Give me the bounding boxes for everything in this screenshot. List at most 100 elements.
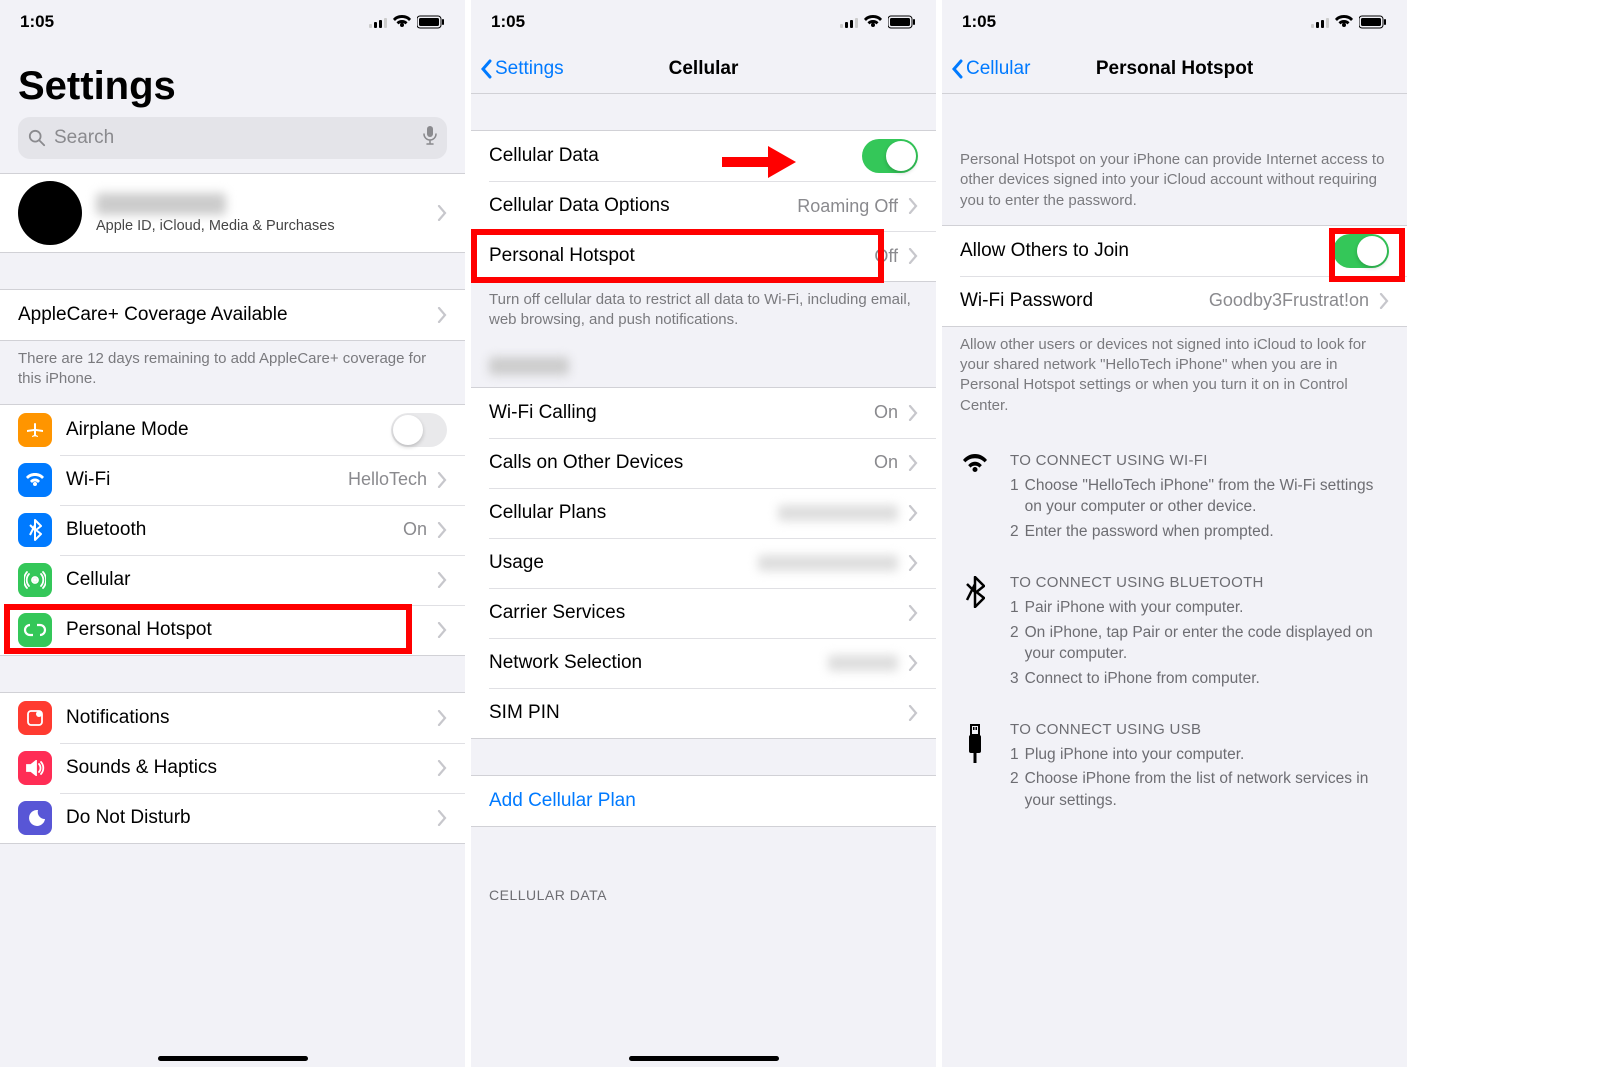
row-usage[interactable]: Usage — [471, 538, 936, 588]
cellular-data-toggle[interactable] — [862, 139, 918, 173]
row-notifications[interactable]: Notifications — [0, 693, 465, 743]
nav-title: Cellular — [669, 58, 739, 80]
battery-icon — [417, 15, 445, 29]
wifi-settings-icon — [18, 463, 52, 497]
instruct-usb: TO CONNECT USING USB 1Plug iPhone into y… — [942, 699, 1407, 821]
home-indicator[interactable] — [158, 1056, 308, 1061]
sounds-icon — [18, 751, 52, 785]
page-title: Settings — [0, 44, 465, 117]
bluetooth-instruct-icon — [965, 576, 985, 693]
chevron-right-icon — [437, 472, 447, 488]
bluetooth-settings-icon — [18, 513, 52, 547]
row-wifi[interactable]: Wi-Fi HelloTech — [0, 455, 465, 505]
redacted-value — [828, 655, 898, 671]
row-calls-other-devices[interactable]: Calls on Other Devices On — [471, 438, 936, 488]
account-subtitle: Apple ID, iCloud, Media & Purchases — [96, 218, 427, 234]
wifi-icon — [864, 15, 882, 29]
status-bar: 1:05 — [471, 0, 936, 44]
row-cellular-data-options[interactable]: Cellular Data Options Roaming Off — [471, 181, 936, 231]
row-personal-hotspot[interactable]: Personal Hotspot Off — [471, 231, 936, 281]
row-network-selection[interactable]: Network Selection — [471, 638, 936, 688]
status-bar: 1:05 — [942, 0, 1407, 44]
chevron-right-icon — [908, 505, 918, 521]
row-sounds[interactable]: Sounds & Haptics — [0, 743, 465, 793]
chevron-right-icon — [908, 605, 918, 621]
chevron-right-icon — [437, 522, 447, 538]
cellular-data-group: Cellular Data Cellular Data Options Roam… — [471, 130, 936, 282]
notifications-group: Notifications Sounds & Haptics Do Not Di… — [0, 692, 465, 844]
wifi-icon — [1335, 15, 1353, 29]
chevron-right-icon — [908, 555, 918, 571]
row-cellular-plans[interactable]: Cellular Plans — [471, 488, 936, 538]
row-airplane-mode[interactable]: Airplane Mode — [0, 405, 465, 455]
row-cellular[interactable]: Cellular — [0, 555, 465, 605]
add-plan-group: Add Cellular Plan — [471, 775, 936, 827]
status-time: 1:05 — [962, 12, 996, 32]
chevron-right-icon — [437, 810, 447, 826]
row-sim-pin[interactable]: SIM PIN — [471, 688, 936, 738]
carrier-group: Wi-Fi Calling On Calls on Other Devices … — [471, 387, 936, 739]
chevron-right-icon — [437, 710, 447, 726]
row-bluetooth[interactable]: Bluetooth On — [0, 505, 465, 555]
status-time: 1:05 — [491, 12, 525, 32]
connectivity-group: Airplane Mode Wi-Fi HelloTech Bluetooth … — [0, 404, 465, 656]
search-input[interactable]: Search — [18, 117, 447, 159]
instruct-wifi: TO CONNECT USING WI-FI 1Choose "HelloTec… — [942, 430, 1407, 552]
chevron-left-icon — [950, 59, 964, 79]
chevron-right-icon — [908, 405, 918, 421]
row-add-cellular-plan[interactable]: Add Cellular Plan — [471, 776, 936, 826]
search-icon — [28, 129, 46, 147]
cellular-settings-icon — [18, 563, 52, 597]
wifi-icon — [393, 15, 411, 29]
applecare-row[interactable]: AppleCare+ Coverage Available — [0, 290, 465, 340]
battery-icon — [888, 15, 916, 29]
hotspot-intro: Personal Hotspot on your iPhone can prov… — [942, 94, 1407, 225]
allow-others-toggle[interactable] — [1333, 234, 1389, 268]
airplane-icon — [18, 413, 52, 447]
avatar — [18, 181, 82, 245]
back-button[interactable]: Cellular — [950, 58, 1030, 80]
hotspot-footer: Allow other users or devices not signed … — [942, 327, 1407, 430]
status-time: 1:05 — [20, 12, 54, 32]
chevron-right-icon — [437, 622, 447, 638]
chevron-right-icon — [437, 205, 447, 221]
chevron-right-icon — [908, 705, 918, 721]
hotspot-group: Allow Others to Join Wi-Fi Password Good… — [942, 225, 1407, 327]
apple-id-row[interactable]: Apple ID, iCloud, Media & Purchases — [0, 174, 465, 252]
phone-hotspot: 1:05 Cellular Personal Hotspot Personal … — [942, 0, 1407, 1067]
row-wifi-calling[interactable]: Wi-Fi Calling On — [471, 388, 936, 438]
row-carrier-services[interactable]: Carrier Services — [471, 588, 936, 638]
airplane-toggle[interactable] — [391, 413, 447, 447]
row-allow-others[interactable]: Allow Others to Join — [942, 226, 1407, 276]
search-placeholder: Search — [54, 127, 114, 149]
cellular-footer: Turn off cellular data to restrict all d… — [471, 282, 936, 345]
back-button[interactable]: Settings — [479, 58, 564, 80]
row-dnd[interactable]: Do Not Disturb — [0, 793, 465, 843]
dnd-icon — [18, 801, 52, 835]
status-bar: 1:05 — [0, 0, 465, 44]
row-personal-hotspot[interactable]: Personal Hotspot — [0, 605, 465, 655]
cellular-signal-icon — [840, 16, 858, 28]
row-wifi-password[interactable]: Wi-Fi Password Goodby3Frustrat!on — [942, 276, 1407, 326]
mic-icon[interactable] — [423, 125, 437, 151]
chevron-right-icon — [437, 760, 447, 776]
chevron-right-icon — [908, 655, 918, 671]
nav-bar: Cellular Personal Hotspot — [942, 44, 1407, 94]
applecare-footer: There are 12 days remaining to add Apple… — [0, 341, 465, 404]
battery-icon — [1359, 15, 1387, 29]
phone-settings: 1:05 Settings Search Apple ID, iCloud, M… — [0, 0, 465, 1067]
wifi-instruct-icon — [962, 454, 988, 546]
chevron-right-icon — [1379, 293, 1389, 309]
account-group: Apple ID, iCloud, Media & Purchases — [0, 173, 465, 253]
chevron-left-icon — [479, 59, 493, 79]
phone-cellular: 1:05 Settings Cellular Cellular Data Cel… — [471, 0, 936, 1067]
chevron-right-icon — [908, 248, 918, 264]
cellular-signal-icon — [1311, 16, 1329, 28]
chevron-right-icon — [908, 455, 918, 471]
hotspot-settings-icon — [18, 613, 52, 647]
notifications-icon — [18, 701, 52, 735]
section-header-cellular-data: CELLULAR DATA — [471, 827, 936, 913]
row-cellular-data[interactable]: Cellular Data — [471, 131, 936, 181]
carrier-name-redacted — [489, 357, 569, 375]
home-indicator[interactable] — [629, 1056, 779, 1061]
